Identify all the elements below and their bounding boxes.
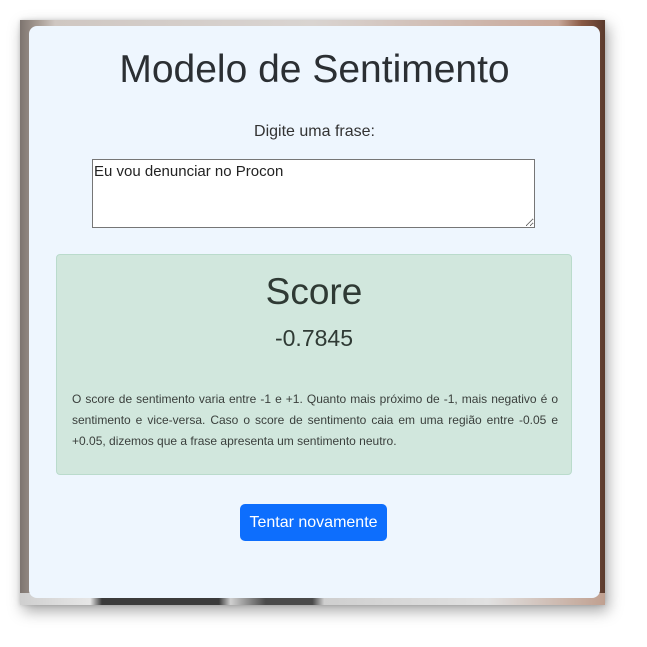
score-result-panel: Score -0.7845 O score de sentimento vari… bbox=[56, 254, 572, 475]
phrase-textarea[interactable]: Eu vou denunciar no Procon bbox=[92, 159, 535, 228]
score-explanation: O score de sentimento varia entre -1 e +… bbox=[72, 392, 558, 448]
phrase-input-label: Digite uma frase: bbox=[254, 123, 375, 140]
retry-button[interactable]: Tentar novamente bbox=[240, 504, 387, 541]
page-title: Modelo de Sentimento bbox=[119, 48, 510, 91]
screenshot-frame: Modelo de Sentimento Digite uma frase: E… bbox=[20, 20, 605, 605]
score-value: -0.7845 bbox=[274, 325, 353, 351]
score-heading: Score bbox=[265, 271, 363, 312]
sentiment-card: Modelo de Sentimento Digite uma frase: E… bbox=[29, 26, 600, 598]
